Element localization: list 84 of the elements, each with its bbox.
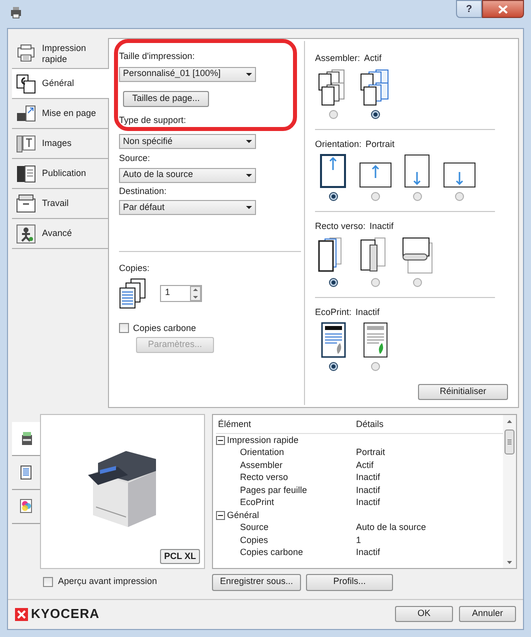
table-cell-text: Assembler xyxy=(239,458,284,472)
field-label: Type de support: xyxy=(119,114,188,127)
ok-button[interactable]: OK xyxy=(395,606,453,622)
checkbox[interactable] xyxy=(43,577,53,587)
table-cell-text: Inactif xyxy=(356,484,380,496)
checkbox-label: Aperçu avant impression xyxy=(58,575,158,588)
group-label: EcoPrint: xyxy=(315,306,352,318)
help-button[interactable]: ? xyxy=(456,0,482,18)
table-cell-text: Inactif xyxy=(356,471,380,484)
brand-name: KYOCERA xyxy=(31,605,100,624)
group-label: Recto verso: xyxy=(315,220,366,233)
ecoprint-page-icon xyxy=(320,322,346,358)
cancel-button[interactable]: Annuler xyxy=(459,606,516,622)
brand-logo-icon xyxy=(15,608,28,620)
printer-icon xyxy=(9,6,23,19)
page-icon xyxy=(20,465,32,480)
document-c-icon xyxy=(16,74,36,94)
group-label: Orientation: xyxy=(315,138,362,150)
pdl-badge: PCL XL xyxy=(160,548,200,564)
radio-button[interactable] xyxy=(328,192,338,201)
page-sizes-button[interactable]: Tailles de page... xyxy=(123,90,209,106)
ecoprint-page-icon xyxy=(362,322,388,358)
checkbox-label: Copies carbone xyxy=(133,322,196,335)
table-cell-text: EcoPrint xyxy=(239,496,276,509)
column-header[interactable]: Élément xyxy=(216,418,356,432)
table-cell-text: Source xyxy=(239,521,270,534)
radio-button[interactable] xyxy=(328,362,338,371)
table-cell-text: Actif xyxy=(356,458,374,472)
radio-button[interactable] xyxy=(328,110,338,118)
tree-group-label[interactable]: Impression rapide xyxy=(227,434,299,447)
table-cell-text: Recto verso xyxy=(239,471,290,484)
group-value: Inactif xyxy=(356,306,380,318)
table-cell-text: Inactif xyxy=(356,546,380,559)
table-cell-text: Copies carbone xyxy=(239,546,304,559)
radio-button[interactable] xyxy=(370,278,380,286)
table-cell-text: Inactif xyxy=(356,496,380,509)
table-cell-text: Copies xyxy=(239,534,270,547)
group-value: Actif xyxy=(364,52,382,65)
table-cell-text: Orientation xyxy=(239,446,286,459)
field-label: Copies: xyxy=(119,262,151,275)
dropdown[interactable]: Personnalisé_01 [100%] xyxy=(119,66,256,82)
dropdown[interactable]: Auto de la source xyxy=(119,168,256,182)
field-label: Taille d'impression: xyxy=(119,50,196,63)
radio-button[interactable] xyxy=(370,362,380,371)
caret-icon xyxy=(246,174,252,176)
caret-icon xyxy=(246,140,252,143)
radio-button[interactable] xyxy=(412,192,422,201)
color-circles-icon xyxy=(20,499,32,514)
reset-button[interactable]: Réinitialiser xyxy=(418,384,508,400)
profiles-button[interactable]: Profils... xyxy=(306,574,393,590)
table-cell-text: 1 xyxy=(356,534,362,546)
preview-tab[interactable] xyxy=(12,422,41,456)
table-cell-text: Auto de la source xyxy=(356,521,426,534)
column-header[interactable]: Détails xyxy=(356,418,384,432)
tree-group-label[interactable]: Général xyxy=(227,508,260,522)
caret-icon xyxy=(246,206,252,209)
collate-pages-icon xyxy=(360,68,390,106)
radio-button[interactable] xyxy=(328,278,338,286)
dropdown[interactable]: Non spécifié xyxy=(119,134,256,149)
save-as-button[interactable]: Enregistrer sous... xyxy=(212,574,301,590)
radio-button[interactable] xyxy=(370,110,380,118)
dropdown[interactable]: Par défaut xyxy=(119,200,256,215)
printer-icon xyxy=(20,431,32,446)
field-label: Source: xyxy=(119,152,152,165)
radio-button[interactable] xyxy=(454,192,464,201)
caret-icon xyxy=(246,72,252,76)
group-value: Inactif xyxy=(370,220,394,233)
stacked-pages-icon xyxy=(119,278,146,308)
group-value: Portrait xyxy=(366,138,395,150)
radio-button[interactable] xyxy=(370,192,380,201)
group-label: Assembler: xyxy=(315,52,360,65)
collapse-icon[interactable] xyxy=(216,510,225,520)
sidebar-tab[interactable]: Général xyxy=(12,69,109,99)
close-button[interactable] xyxy=(482,0,524,18)
spinner-arrows-icon xyxy=(190,286,201,300)
collapse-icon[interactable] xyxy=(216,436,225,445)
duplex-pages-icon xyxy=(402,236,432,274)
field-label: Destination: xyxy=(119,184,168,198)
copies-spinner[interactable]: 1 xyxy=(160,284,202,302)
checkbox[interactable] xyxy=(119,323,129,334)
close-icon xyxy=(498,4,508,14)
radio-button[interactable] xyxy=(412,278,422,286)
table-cell-text: Portrait xyxy=(356,446,386,459)
table-cell-text: Pages par feuille xyxy=(239,484,308,497)
